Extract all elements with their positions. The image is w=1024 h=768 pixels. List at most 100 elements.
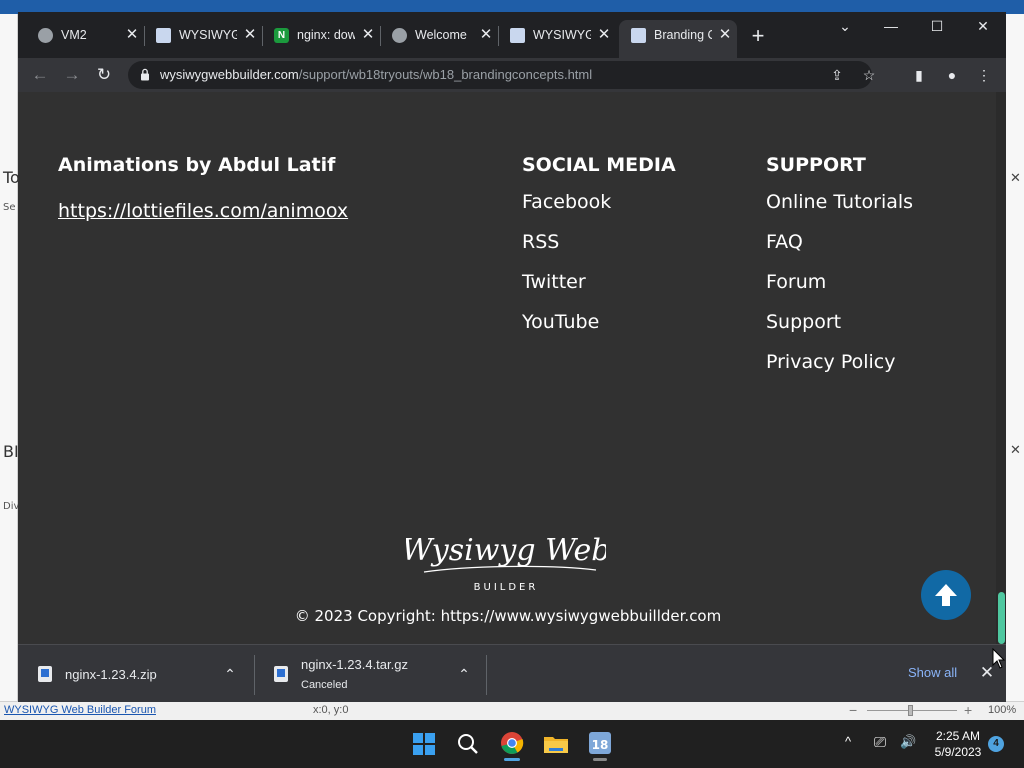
page-scrollbar-thumb[interactable]: [998, 592, 1005, 644]
social-media-heading: SOCIAL MEDIA: [522, 154, 676, 176]
chevron-up-icon[interactable]: ⌃: [220, 664, 240, 684]
tab-welcome[interactable]: Welcome ✕: [380, 22, 499, 50]
support-heading: SUPPORT: [766, 154, 866, 176]
download-item[interactable]: nginx-1.23.4.tar.gz Canceled ⌃: [254, 653, 486, 695]
zoom-out-icon[interactable]: −: [849, 702, 857, 718]
footer-link-rss[interactable]: RSS: [522, 231, 559, 253]
logo-script-text: Wysiwyg Web: [406, 533, 606, 568]
lock-icon[interactable]: [140, 68, 150, 81]
address-bar[interactable]: wysiwygwebbuilder.com/support/wb18tryout…: [128, 61, 875, 89]
zoom-in-icon[interactable]: +: [964, 702, 972, 718]
taskbar-clock[interactable]: 2:25 AM 5/9/2023: [928, 728, 988, 760]
forum-link[interactable]: WYSIWYG Web Builder Forum: [4, 704, 156, 716]
tab-branding-active[interactable]: Branding C ✕: [619, 20, 737, 58]
left-panel-glyph: Se: [3, 202, 16, 213]
window-close-button[interactable]: ✕: [960, 14, 1006, 38]
side-panel-icon[interactable]: ▮: [908, 64, 930, 86]
footer-link-forum[interactable]: Forum: [766, 271, 826, 293]
tab-label: WYSIWYG: [179, 28, 237, 42]
network-icon[interactable]: ⎚: [874, 734, 886, 751]
new-tab-button[interactable]: +: [746, 25, 770, 48]
active-app-indicator: [504, 758, 520, 761]
wysiwyg-favicon-icon: [631, 28, 646, 43]
close-icon[interactable]: ✕: [1010, 442, 1021, 458]
minimize-button[interactable]: —: [868, 14, 914, 38]
tab-label: VM2: [61, 28, 87, 42]
download-filename: nginx-1.23.4.tar.gz: [301, 657, 408, 672]
scroll-to-top-button[interactable]: [921, 570, 971, 620]
download-item[interactable]: nginx-1.23.4.zip ⌃: [18, 653, 254, 695]
tab-label: Welcome: [415, 28, 467, 42]
lottiefiles-link[interactable]: https://lottiefiles.com/animoox: [58, 200, 348, 222]
footer-link-privacy-policy[interactable]: Privacy Policy: [766, 351, 895, 373]
close-icon[interactable]: ✕: [595, 25, 613, 45]
tray-overflow-chevron-icon[interactable]: ^: [845, 734, 851, 749]
footer-link-facebook[interactable]: Facebook: [522, 191, 611, 213]
forward-button[interactable]: →: [59, 62, 85, 88]
zoom-slider-thumb[interactable]: [908, 705, 913, 716]
left-panel-glyph: Div: [3, 501, 20, 512]
footer-link-support[interactable]: Support: [766, 311, 841, 333]
credits-heading: Animations by Abdul Latif: [58, 154, 336, 176]
zoom-level: 100%: [988, 704, 1017, 716]
chevron-up-icon[interactable]: ⌃: [454, 664, 474, 684]
zip-file-icon: [38, 666, 52, 682]
url-text[interactable]: wysiwygwebbuilder.com/support/wb18tryout…: [160, 67, 592, 82]
background-left-panel: To Se BI Div: [0, 14, 20, 704]
tab-wysiwyg-1[interactable]: WYSIWYG ✕: [144, 22, 263, 50]
running-app-indicator: [593, 758, 607, 761]
logo-sub-text: BUILDER: [474, 582, 539, 593]
copyright-text: © 2023 Copyright: https://www.wysiwygweb…: [294, 607, 722, 625]
footer-link-youtube[interactable]: YouTube: [522, 311, 599, 333]
notification-badge[interactable]: 4: [988, 736, 1004, 752]
share-icon[interactable]: ⇪: [826, 65, 848, 85]
left-panel-glyph: BI: [3, 442, 19, 461]
globe-icon: [392, 28, 407, 43]
browser-toolbar: ← → ↻ wysiwygwebbuilder.com/support/wb18…: [18, 58, 1006, 92]
page-scrollbar-track[interactable]: [996, 92, 1006, 644]
clock-time: 2:25 AM: [935, 729, 981, 743]
footer-link-twitter[interactable]: Twitter: [522, 271, 586, 293]
file-explorer-icon[interactable]: [539, 728, 573, 760]
maximize-button[interactable]: ☐: [914, 14, 960, 38]
svg-text:18: 18: [592, 738, 609, 752]
show-all-downloads-link[interactable]: Show all: [908, 665, 957, 680]
close-icon[interactable]: ✕: [123, 25, 141, 45]
background-app-statusbar: WYSIWYG Web Builder Forum x:0, y:0 − + 1…: [0, 701, 1024, 720]
back-button[interactable]: ←: [27, 62, 53, 88]
tab-label: WYSIWYG: [533, 28, 591, 42]
bookmark-star-icon[interactable]: ☆: [858, 65, 880, 85]
tab-vm2[interactable]: VM2 ✕: [26, 22, 145, 50]
archive-file-icon: [274, 666, 288, 682]
close-icon[interactable]: ✕: [359, 25, 377, 45]
close-icon[interactable]: ✕: [477, 25, 495, 45]
download-separator: [486, 655, 487, 695]
tab-wysiwyg-2[interactable]: WYSIWYG ✕: [498, 22, 616, 50]
search-icon[interactable]: [451, 728, 485, 760]
close-icon[interactable]: ✕: [241, 25, 259, 45]
windows-start-icon[interactable]: [407, 728, 441, 760]
tab-search-button[interactable]: ⌄: [822, 14, 868, 38]
download-status: Canceled: [301, 679, 348, 691]
close-icon[interactable]: ✕: [1010, 170, 1021, 186]
wysiwyg-builder-icon[interactable]: 18: [583, 728, 617, 761]
reload-button[interactable]: ↻: [91, 62, 117, 88]
volume-icon[interactable]: 🔊: [900, 734, 916, 750]
tab-label: nginx: dow: [297, 28, 355, 42]
download-filename: nginx-1.23.4.zip: [65, 667, 157, 682]
close-icon[interactable]: ✕: [716, 25, 734, 45]
tab-nginx[interactable]: N nginx: dow ✕: [262, 22, 381, 50]
arrow-up-icon: [935, 584, 957, 606]
nginx-favicon-icon: N: [274, 28, 289, 43]
clock-date: 5/9/2023: [934, 745, 982, 759]
tab-strip: VM2 ✕ WYSIWYG ✕ N nginx: dow ✕ Welcome ✕…: [18, 12, 1006, 58]
footer-link-online-tutorials[interactable]: Online Tutorials: [766, 191, 913, 213]
wysiwyg-favicon-icon: [156, 28, 171, 43]
footer-link-faq[interactable]: FAQ: [766, 231, 803, 253]
chrome-icon[interactable]: [495, 728, 529, 761]
page-viewport: Animations by Abdul Latif https://lottie…: [18, 92, 1006, 644]
profile-icon[interactable]: ●: [941, 64, 963, 86]
browser-window: VM2 ✕ WYSIWYG ✕ N nginx: dow ✕ Welcome ✕…: [18, 12, 1006, 702]
menu-icon[interactable]: ⋮: [973, 64, 995, 86]
taskbar: 18 ^ ⎚ 🔊 2:25 AM 5/9/2023 4: [0, 720, 1024, 768]
